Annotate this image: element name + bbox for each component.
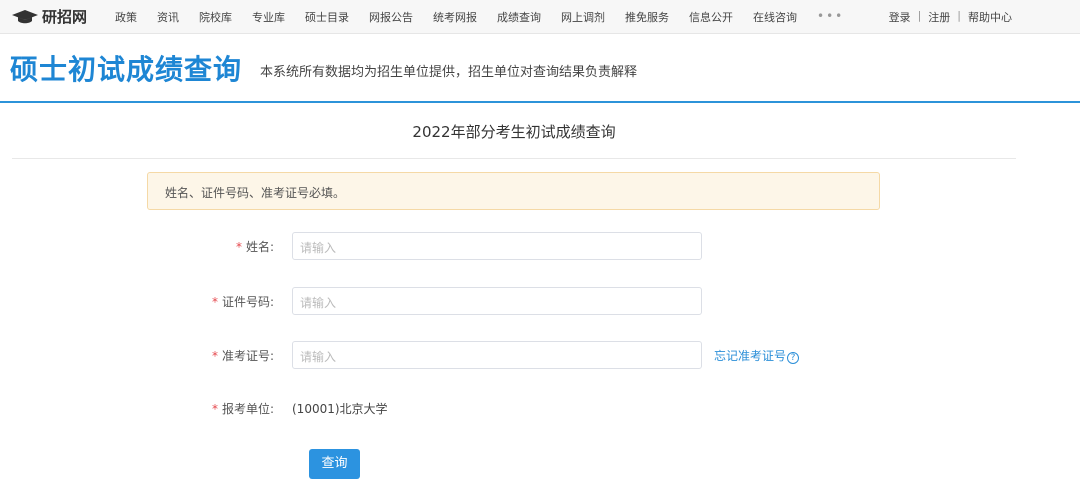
nav-schools[interactable]: 院校库 (199, 9, 232, 25)
submit-button[interactable]: 查询 (309, 449, 360, 479)
nav-info[interactable]: 信息公开 (689, 9, 733, 25)
nav-score-query[interactable]: 成绩查询 (497, 9, 541, 25)
top-nav: 研招网 政策 资讯 院校库 专业库 硕士目录 网报公告 统考网报 成绩查询 网上… (0, 0, 1080, 34)
nav-news[interactable]: 资讯 (157, 9, 179, 25)
nav-policy[interactable]: 政策 (115, 9, 137, 25)
forgot-text: 忘记准考证号 (714, 348, 787, 363)
name-label: 姓名: (245, 239, 274, 254)
required-alert: 姓名、证件号码、准考证号必填。 (147, 172, 880, 210)
logo-text: 研招网 (42, 8, 88, 26)
login-link[interactable]: 登录 (889, 9, 911, 25)
required-mark: * (211, 294, 218, 309)
unit-label: 报考单位: (221, 402, 274, 416)
page-subtitle: 本系统所有数据均为招生单位提供，招生单位对查询结果负责解释 (260, 65, 638, 80)
nav-majors[interactable]: 专业库 (252, 9, 285, 25)
page-header: 硕士初试成绩查询 本系统所有数据均为招生单位提供，招生单位对查询结果负责解释 (0, 34, 1080, 103)
id-number-input[interactable]: 请输入 (292, 287, 702, 315)
nav-consult[interactable]: 在线咨询 (753, 9, 797, 25)
required-mark: * (211, 348, 218, 363)
required-mark: * (211, 402, 218, 416)
nav-recommend[interactable]: 推免服务 (625, 9, 669, 25)
id-label: 证件号码: (221, 294, 274, 309)
divider: | (957, 8, 961, 22)
unit-row: * 报考单位: (10001)北京大学 (0, 400, 388, 417)
nav-adjustment[interactable]: 网上调剂 (561, 9, 605, 25)
exam-row: * 准考证号: 请输入 忘记准考证号? (0, 341, 800, 369)
register-link[interactable]: 注册 (928, 9, 950, 25)
form-title: 2022年部分考生初试成绩查询 (12, 121, 1016, 159)
name-row: * 姓名: 请输入 (0, 232, 702, 260)
help-link[interactable]: 帮助中心 (968, 9, 1012, 25)
logo[interactable]: 研招网 (12, 6, 112, 27)
required-mark: * (235, 239, 242, 254)
id-row: * 证件号码: 请输入 (0, 287, 702, 315)
exam-number-input[interactable]: 请输入 (292, 341, 702, 369)
exam-label: 准考证号: (221, 348, 274, 363)
help-circle-icon: ? (787, 351, 800, 364)
name-input[interactable]: 请输入 (292, 232, 702, 260)
forgot-exam-number-link[interactable]: 忘记准考证号? (714, 347, 800, 364)
graduation-cap-icon (12, 9, 38, 23)
nav-registration[interactable]: 统考网报 (433, 9, 477, 25)
page-heading: 硕士初试成绩查询 (10, 52, 243, 86)
nav-catalog[interactable]: 硕士目录 (305, 9, 349, 25)
nav-announcements[interactable]: 网报公告 (369, 9, 413, 25)
unit-value: (10001)北京大学 (292, 402, 388, 416)
divider: | (917, 8, 922, 22)
more-icon[interactable]: ••• (817, 9, 844, 25)
